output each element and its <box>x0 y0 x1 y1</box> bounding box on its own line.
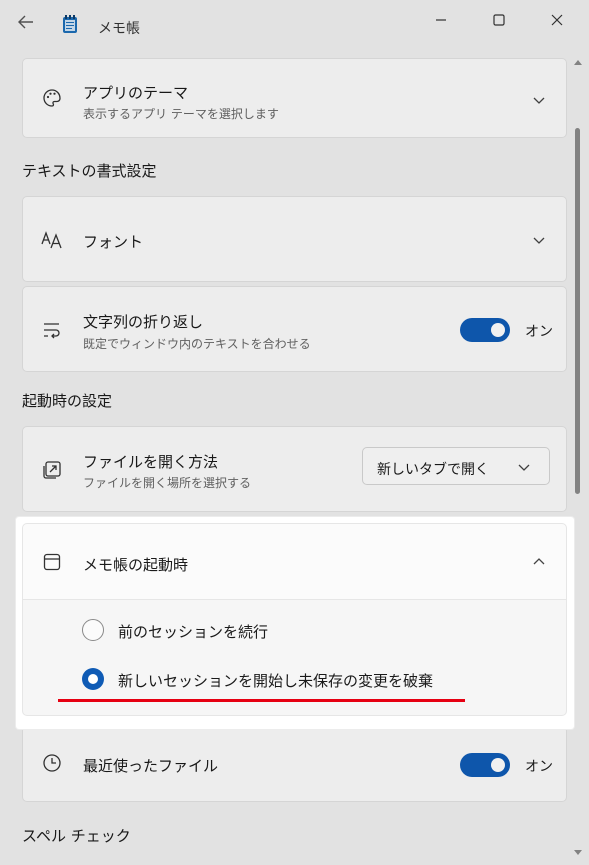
clock-icon <box>41 752 63 774</box>
window-icon <box>41 551 63 573</box>
title-bar: メモ帳 <box>0 0 589 44</box>
recent-files-card: 最近使ったファイル オン <box>22 726 567 802</box>
palette-icon <box>41 87 63 109</box>
minimize-button[interactable] <box>421 8 461 32</box>
close-button[interactable] <box>537 8 577 32</box>
annotation-underline <box>58 699 465 702</box>
chevron-down-icon <box>533 97 545 104</box>
recent-files-toggle-label: オン <box>525 759 553 775</box>
section-spellcheck: スペル チェック <box>22 827 131 845</box>
font-icon <box>41 229 63 251</box>
recent-files-toggle[interactable] <box>460 753 510 777</box>
app-theme-card[interactable]: アプリのテーマ 表示するアプリ テーマを選択します <box>22 58 567 138</box>
radio-continue-session[interactable] <box>82 619 104 641</box>
word-wrap-description: 既定でウィンドウ内のテキストを合わせる <box>83 337 311 351</box>
arrow-left-icon <box>18 15 33 29</box>
app-theme-description: 表示するアプリ テーマを選択します <box>83 107 279 121</box>
radio-continue-session-label[interactable]: 前のセッションを続行 <box>118 621 268 642</box>
section-startup: 起動時の設定 <box>22 392 113 410</box>
app-theme-title: アプリのテーマ <box>83 84 189 102</box>
notepad-icon <box>62 14 78 34</box>
open-files-description: ファイルを開く場所を選択する <box>83 476 252 490</box>
recent-files-title: 最近使ったファイル <box>83 757 219 775</box>
notepad-settings-window: メモ帳 アプリのテーマ 表示するアプリ テーマを選択します テキストの書式設定 … <box>0 0 589 865</box>
chevron-down-icon <box>533 237 545 244</box>
word-wrap-toggle-label: オン <box>525 324 553 340</box>
scrollbar-thumb[interactable] <box>575 128 580 494</box>
open-files-title: ファイルを開く方法 <box>83 453 219 471</box>
startup-expander-header[interactable]: メモ帳の起動時 <box>22 523 567 600</box>
close-icon <box>551 14 563 26</box>
radio-new-session-label[interactable]: 新しいセッションを開始し未保存の変更を破棄 <box>118 670 433 691</box>
radio-new-session[interactable] <box>82 668 104 690</box>
maximize-icon <box>493 14 505 26</box>
chevron-up-icon <box>533 558 545 565</box>
word-wrap-card: 文字列の折り返し 既定でウィンドウ内のテキストを合わせる オン <box>22 286 567 372</box>
scroll-down-icon[interactable] <box>573 849 583 857</box>
scroll-up-icon[interactable] <box>573 58 583 66</box>
chevron-down-icon <box>518 464 530 471</box>
wrap-icon <box>41 319 63 341</box>
open-file-icon <box>41 459 63 481</box>
open-files-dropdown[interactable]: 新しいタブで開く <box>362 447 550 485</box>
window-title: メモ帳 <box>98 21 140 37</box>
font-card[interactable]: フォント <box>22 196 567 282</box>
settings-page: メモ帳 アプリのテーマ 表示するアプリ テーマを選択します テキストの書式設定 … <box>0 0 589 865</box>
word-wrap-title: 文字列の折り返し <box>83 313 204 331</box>
open-files-selected: 新しいタブで開く <box>377 462 489 478</box>
maximize-button[interactable] <box>479 8 519 32</box>
startup-title: メモ帳の起動時 <box>83 556 189 574</box>
font-title: フォント <box>83 233 144 251</box>
startup-highlight-panel: メモ帳の起動時 前のセッションを続行 新しいセッションを開始し未保存の変更を破棄 <box>16 517 574 729</box>
section-text-format: テキストの書式設定 <box>22 162 157 180</box>
minimize-icon <box>436 19 446 21</box>
back-button[interactable] <box>12 10 40 34</box>
word-wrap-toggle[interactable] <box>460 318 510 342</box>
